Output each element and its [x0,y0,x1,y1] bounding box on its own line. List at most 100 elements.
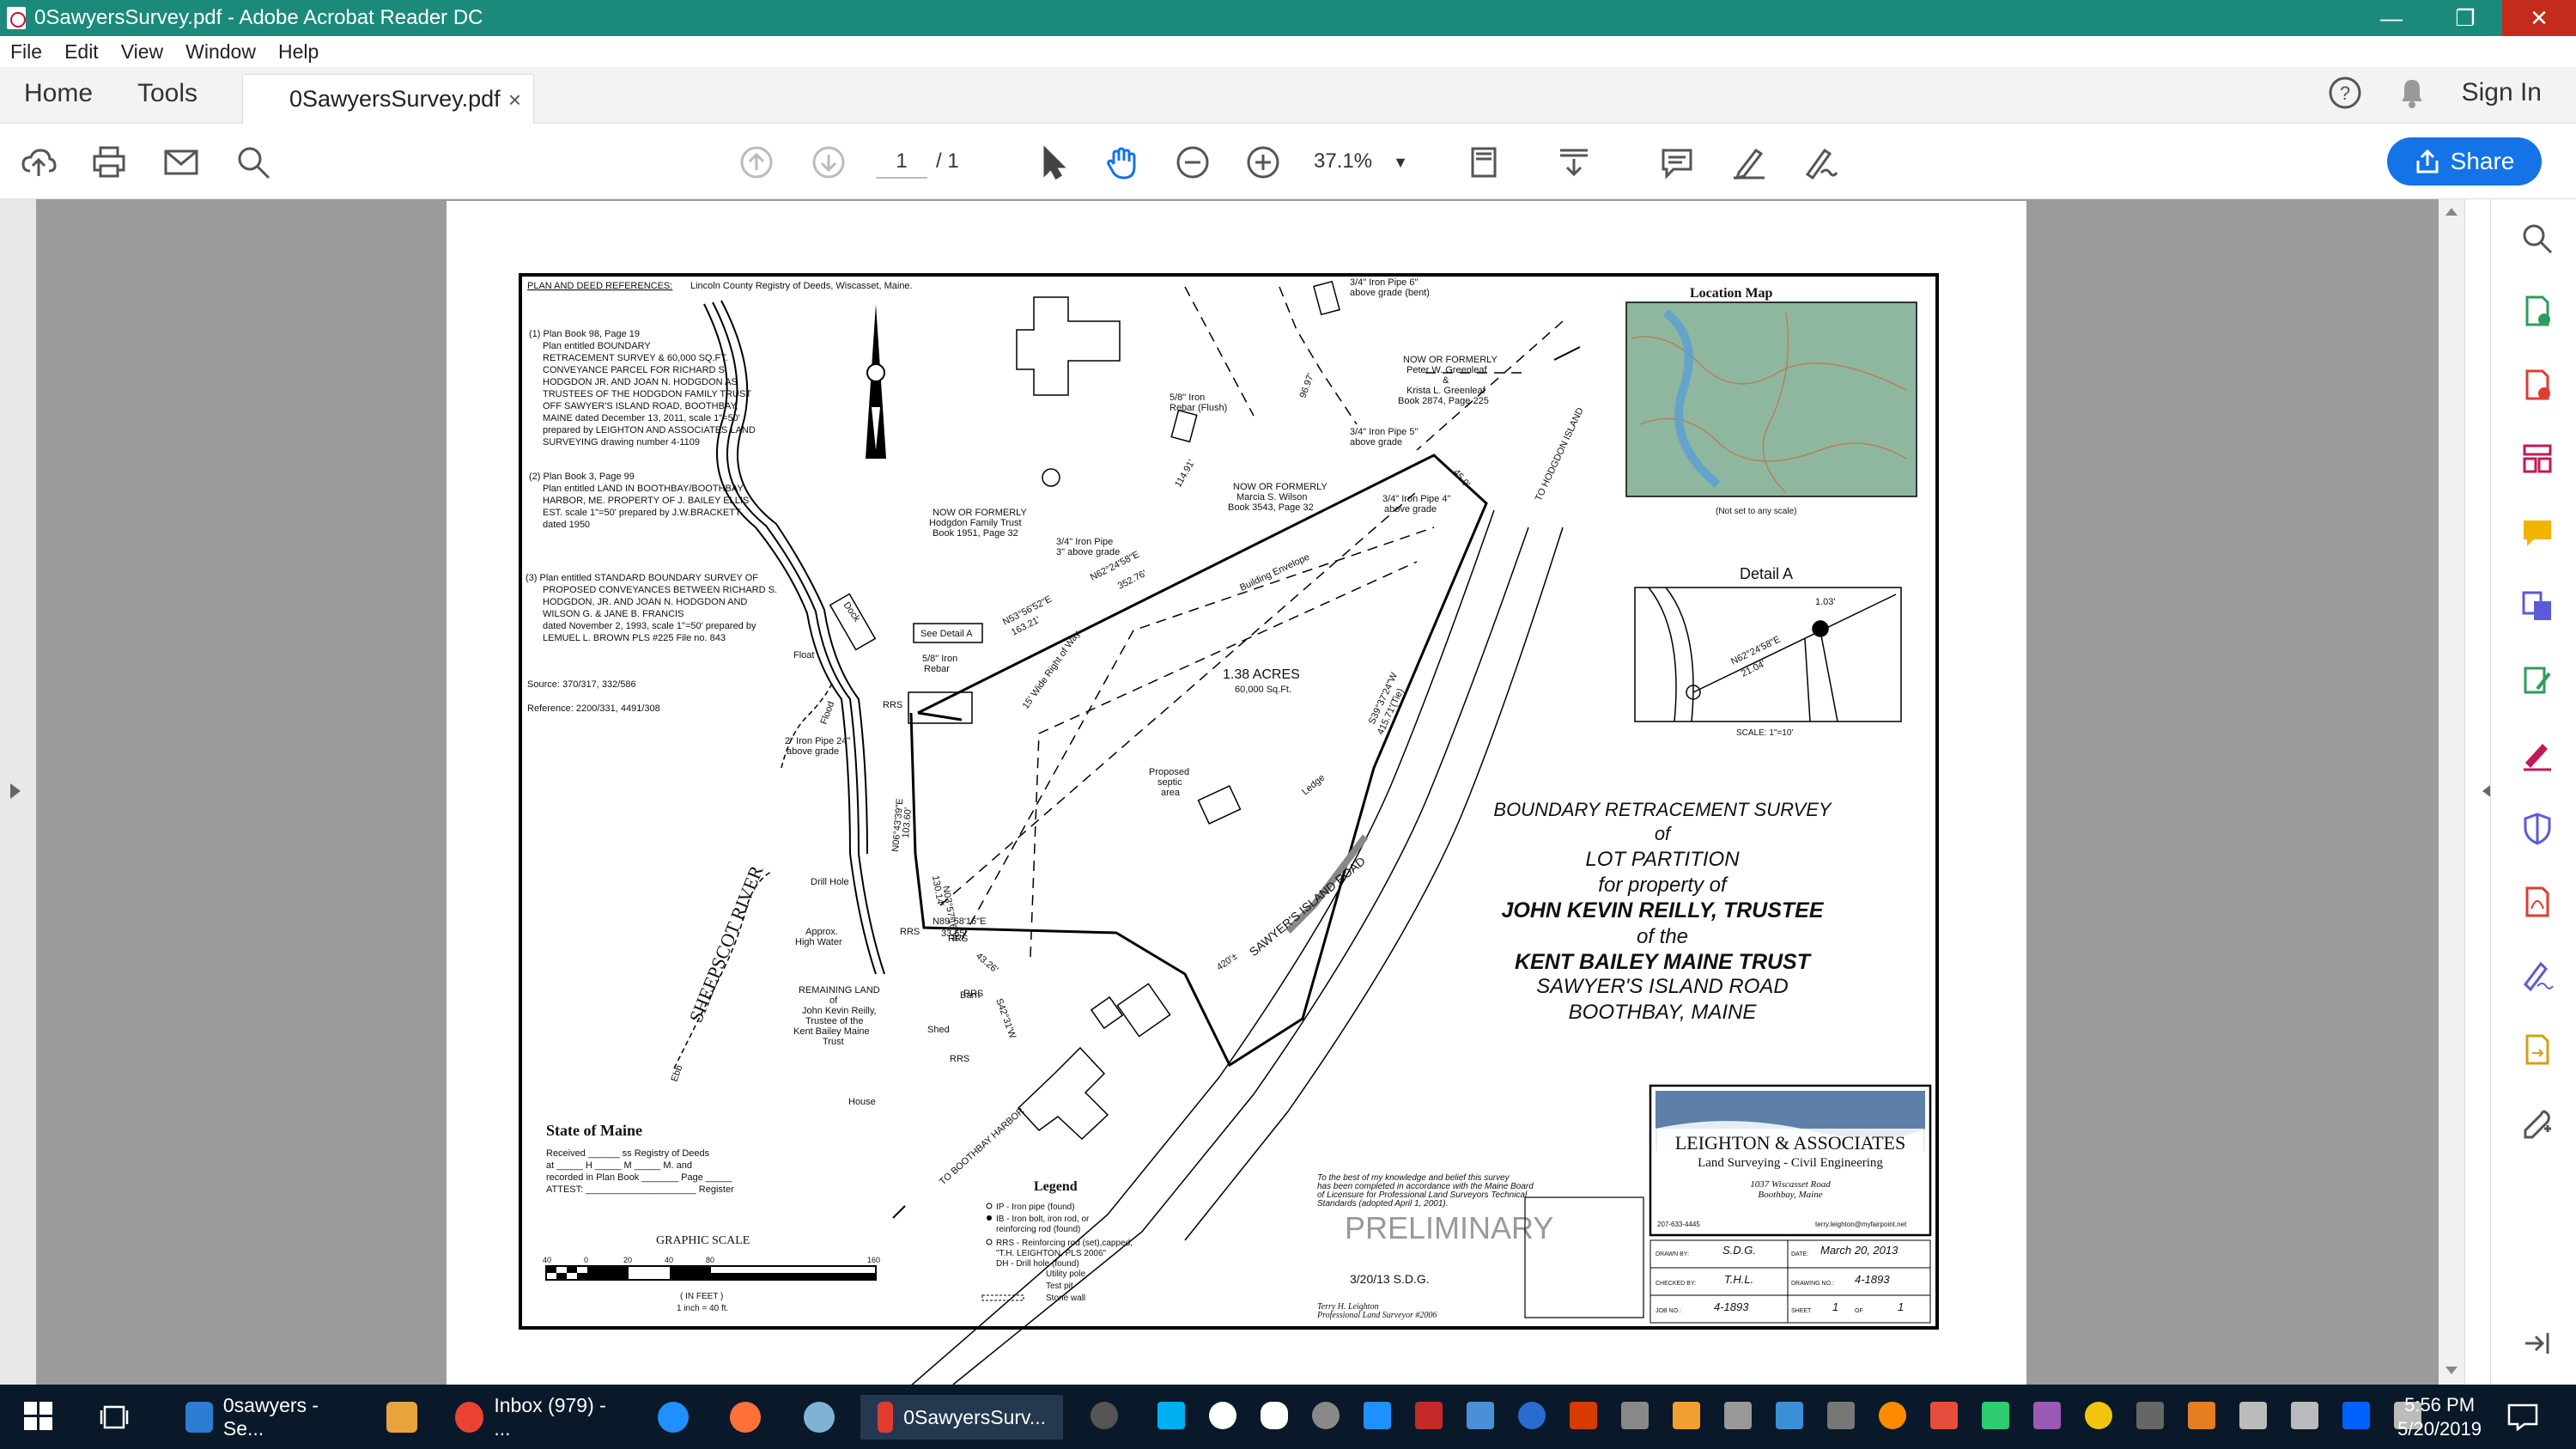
menu-help[interactable]: Help [278,40,319,64]
people-icon[interactable] [1091,1402,1118,1429]
highlight-pen-icon[interactable] [1729,143,1769,182]
taskbar-app-chrome[interactable]: Inbox (979) - ... [438,1394,635,1440]
restore-button[interactable]: ❐ [2428,0,2502,36]
remaining-3: John Kevin Reilly, [802,1006,877,1016]
minimize-button[interactable]: — [2354,0,2428,36]
calendar-tray-icon[interactable] [1776,1402,1803,1429]
tab-tools[interactable]: Tools [137,79,197,108]
acrobat-pdf-icon[interactable] [2520,885,2555,919]
onenote-tray-icon[interactable] [2033,1402,2061,1429]
taskbar-app-explorer[interactable]: 0sawyers - Se... [168,1394,366,1440]
scroll-down-icon[interactable] [2445,1367,2458,1374]
taskbar-app-acrobat[interactable]: 0SawyersSurv... [860,1395,1063,1440]
select-arrow-icon[interactable] [1034,143,1073,182]
pipe5b-label: above grade [1350,437,1402,447]
menu-window[interactable]: Window [185,40,256,64]
prev-page-icon[interactable] [737,143,776,182]
send-for-signature-icon[interactable] [2520,959,2555,993]
collapse-tools-icon[interactable] [2522,1328,2553,1359]
close-tab-icon[interactable]: × [508,87,521,113]
protect-shield-icon[interactable] [2520,811,2555,845]
fill-sign-icon[interactable] [1800,143,1839,182]
security-icon[interactable] [1415,1402,1443,1429]
menu-file[interactable]: File [10,40,42,64]
email-icon[interactable] [161,143,201,182]
task-view-icon[interactable] [100,1403,129,1431]
sync-icon[interactable] [1312,1402,1340,1429]
megaphone-tray-icon[interactable] [1930,1402,1958,1429]
office-icon[interactable] [1570,1402,1597,1429]
green-tray-icon[interactable] [1982,1402,2009,1429]
menu-view[interactable]: View [121,40,163,64]
bluetooth-icon[interactable] [1364,1402,1391,1429]
print-icon[interactable] [89,143,129,182]
tools-tray-icon[interactable] [1621,1402,1649,1429]
tab-document[interactable]: 0SawyersSurvey.pdf × [242,74,534,124]
skype-icon[interactable] [1157,1402,1185,1429]
flag-tray-icon[interactable] [1673,1402,1700,1429]
taskbar-app-edge[interactable] [649,1395,708,1440]
bell-icon[interactable] [2397,76,2427,110]
tab-home[interactable]: Home [24,79,93,108]
camera-tray-icon[interactable] [2136,1402,2164,1429]
zoom-search-icon[interactable] [2520,222,2555,256]
window-tray-icon[interactable] [1827,1402,1855,1429]
hand-tool-icon[interactable] [1103,143,1142,182]
scale-tick-0: 40 [543,1256,551,1264]
comment-icon[interactable] [1657,143,1697,182]
windows-start-icon[interactable] [24,1402,53,1431]
send-track-icon[interactable] [2520,1032,2555,1067]
pipe24b-label: above grade [787,746,839,757]
wilson-1: NOW OR FORMERLY [1233,482,1327,492]
menu-edit[interactable]: Edit [64,40,99,64]
orange-tray-icon[interactable] [1879,1402,1906,1429]
stack-tray-icon[interactable] [2188,1402,2215,1429]
scroll-up-icon[interactable] [2445,208,2458,216]
high-water-2: High Water [795,937,842,947]
notifications-icon[interactable] [2507,1403,2538,1431]
close-window-button[interactable]: ✕ [2502,0,2576,36]
taskbar-clock[interactable]: 5:56 PM 5/20/2019 [2397,1393,2482,1441]
device-tray-icon[interactable] [1724,1402,1752,1429]
zoom-level-select[interactable]: 37.1% ▼ [1314,144,1417,179]
rrs-label-2: RRS [900,927,920,937]
next-page-icon[interactable] [809,143,848,182]
cortana-app-icon[interactable] [1518,1402,1546,1429]
wifi-icon[interactable] [2239,1402,2267,1429]
share-button[interactable]: Share [2387,137,2542,186]
title-line-6: KENT BAILEY MAINE TRUST [1515,950,1813,974]
edit-pdf-icon[interactable] [2520,663,2555,697]
export-pdf-icon[interactable] [2520,294,2555,328]
source-line: Source: 370/317, 332/586 [527,679,636,690]
left-panel-toggle[interactable] [0,199,36,1385]
sign-in-link[interactable]: Sign In [2462,78,2542,107]
upload-cloud-icon[interactable] [19,143,58,182]
chevron-down-icon: ▼ [1393,154,1408,171]
page-fit-icon[interactable] [1467,143,1506,182]
ref1-line3: CONVEYANCE PARCEL FOR RICHARD S. [543,365,727,375]
comment-tool-icon[interactable] [2520,515,2555,550]
page-number-input[interactable]: 1 [876,144,927,179]
taskbar-app-weather[interactable] [795,1395,854,1440]
more-tools-icon[interactable] [2520,1106,2555,1141]
taskbar-app-firefox[interactable] [721,1395,780,1440]
volume-icon[interactable] [2291,1402,2318,1429]
zoom-out-icon[interactable] [1173,143,1212,182]
ref2-line1: Plan entitled LAND IN BOOTHBAY/BOOTHBAY [543,484,744,494]
dropbox-icon[interactable] [2342,1402,2370,1429]
yellow-tray-icon[interactable] [2085,1402,2112,1429]
create-pdf-icon[interactable] [2520,368,2555,402]
organize-pages-icon[interactable] [2520,441,2555,476]
help-icon[interactable]: ? [2328,76,2362,110]
expand-left-panel-icon[interactable] [10,783,21,799]
combine-files-icon[interactable] [2520,589,2555,624]
scroll-mode-icon[interactable] [1554,143,1594,182]
upload-tray-icon[interactable] [1209,1402,1236,1429]
zoom-in-icon[interactable] [1243,143,1283,182]
fill-sign-tool-icon[interactable] [2520,737,2555,771]
search-icon[interactable] [234,143,273,182]
vertical-scrollbar[interactable] [2439,199,2464,1385]
onedrive-icon[interactable] [1261,1402,1288,1429]
network-drive-icon[interactable] [1467,1402,1494,1429]
taskbar-app-store[interactable] [378,1395,436,1440]
